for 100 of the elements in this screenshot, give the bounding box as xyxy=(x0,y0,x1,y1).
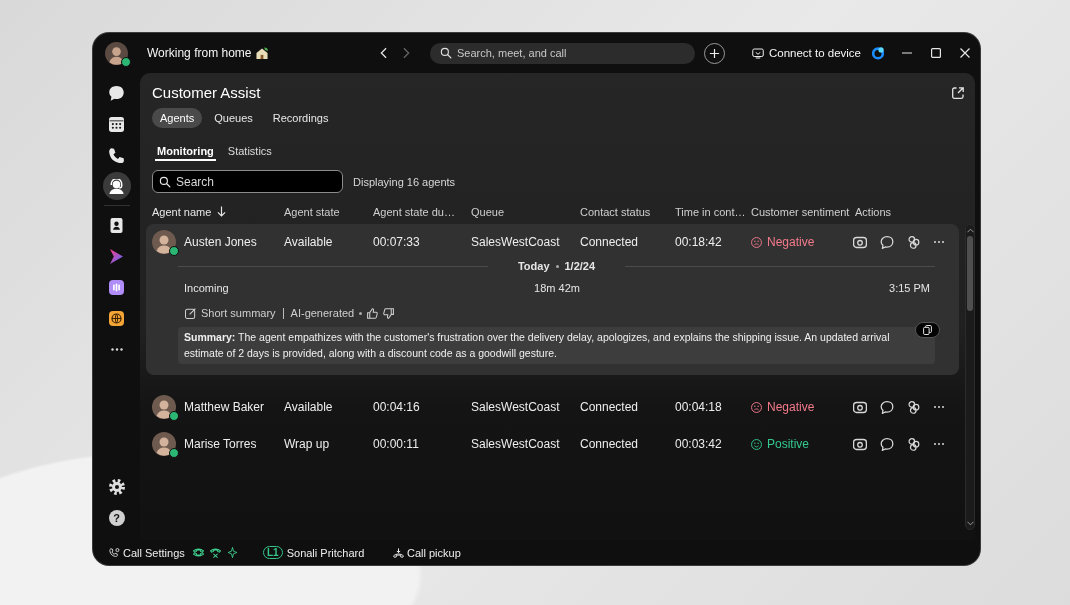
handset-cross-icon[interactable] xyxy=(209,547,221,558)
calendar-icon xyxy=(109,116,124,132)
scroll-up-icon[interactable] xyxy=(966,228,974,233)
thumbs-down-icon[interactable] xyxy=(383,307,395,319)
page-title: Customer Assist xyxy=(152,84,261,101)
search-icon xyxy=(159,175,171,188)
connect-device-button[interactable]: Connect to device xyxy=(751,47,861,59)
house-icon xyxy=(256,47,269,59)
chat-icon[interactable] xyxy=(880,400,894,414)
overlapping-circles-icon[interactable] xyxy=(907,235,921,249)
status-text[interactable]: Working from home xyxy=(147,46,252,60)
state-duration: 00:00:11 xyxy=(373,437,420,451)
globe-tile-icon xyxy=(109,310,124,326)
queue-name: SalesWestCoast xyxy=(471,400,561,414)
queue-name: SalesWestCoast xyxy=(471,437,561,451)
scrollbar[interactable] xyxy=(965,224,975,530)
ring-logo-icon[interactable] xyxy=(871,46,885,60)
agent-name: Matthew Baker xyxy=(184,400,265,414)
scrollbar-thumb[interactable] xyxy=(967,236,973,311)
maximize-icon[interactable] xyxy=(931,48,941,58)
sentiment-label: Negative xyxy=(767,235,815,249)
contact-status: Connected xyxy=(580,437,640,451)
search-field[interactable]: Search, meet, and call xyxy=(430,42,695,64)
summary-text: Summary: The agent empathizes with the customer's frustration over the delivery delay, apologizes, and explains the shipping issue. An updated arrival estimate of 2 days is provided, along with a discount code as a goodwill gesture. xyxy=(184,331,890,359)
smile-face-icon xyxy=(751,438,762,450)
column-header[interactable]: Time in cont… xyxy=(675,205,751,218)
headset-person-icon xyxy=(109,178,124,194)
chat-icon xyxy=(109,85,124,101)
call-duration: 18m 42m xyxy=(534,282,580,294)
copy-button[interactable] xyxy=(915,322,940,338)
tab[interactable]: Queues xyxy=(206,108,261,128)
copy-icon xyxy=(923,325,932,335)
column-header[interactable]: Agent state du… xyxy=(373,205,471,218)
scroll-down-icon[interactable] xyxy=(966,521,974,526)
agent-name: Austen Jones xyxy=(184,235,257,249)
column-header[interactable]: Actions xyxy=(855,205,975,218)
external-link-icon[interactable] xyxy=(952,86,964,99)
column-header[interactable]: Agent name xyxy=(152,205,284,218)
play-logo-icon xyxy=(109,248,124,264)
time-in-contact: 00:18:42 xyxy=(675,235,723,249)
avatar[interactable] xyxy=(105,41,128,65)
time-in-contact: 00:03:42 xyxy=(675,437,723,451)
overlapping-circles-icon[interactable] xyxy=(907,437,921,451)
state-duration: 00:04:16 xyxy=(373,400,421,414)
plus-icon xyxy=(709,47,720,59)
search-field[interactable]: Search xyxy=(152,170,343,193)
dot-icon xyxy=(555,264,559,268)
phone-icon xyxy=(109,147,124,163)
two-handsets-icon[interactable] xyxy=(192,547,204,558)
column-header[interactable]: Customer sentiment xyxy=(751,205,855,218)
dot-icon xyxy=(359,311,363,315)
subtab[interactable]: Statistics xyxy=(225,143,274,161)
call-direction: Incoming xyxy=(184,282,230,294)
screen-icon xyxy=(751,47,764,59)
settings-icon[interactable] xyxy=(108,479,125,495)
tab[interactable]: Recordings xyxy=(264,108,337,128)
sidebar-item[interactable] xyxy=(102,172,131,200)
camera-icon[interactable] xyxy=(853,235,867,249)
agent-state: Available xyxy=(284,400,334,414)
contact-book-icon xyxy=(109,217,124,233)
avatar xyxy=(152,230,176,254)
bars-tile-icon xyxy=(109,279,124,295)
date-text: 1/2/24 xyxy=(564,260,596,272)
sort-down-arrow-icon xyxy=(217,206,227,217)
agent-count: Displaying 16 agents xyxy=(353,175,456,188)
chat-icon[interactable] xyxy=(880,437,894,451)
sparkle-icon[interactable] xyxy=(226,547,238,558)
search-icon xyxy=(440,47,452,59)
handset-arrow-icon xyxy=(393,547,404,558)
column-header[interactable]: Contact status xyxy=(580,205,675,218)
contact-status: Connected xyxy=(580,400,640,414)
edit-note-icon xyxy=(185,307,196,319)
sentiment-label: Positive xyxy=(767,437,810,451)
chat-icon[interactable] xyxy=(880,235,894,249)
thumbs-up-icon[interactable] xyxy=(367,307,379,319)
column-header[interactable]: Agent state xyxy=(284,205,373,218)
agent-state: Wrap up xyxy=(284,437,331,451)
agent-name: Marise Torres xyxy=(184,437,257,451)
summary-title[interactable]: Short summary xyxy=(201,307,276,319)
sad-face-icon xyxy=(751,401,762,413)
date-label: Today xyxy=(517,260,550,272)
camera-icon[interactable] xyxy=(853,400,867,414)
column-header[interactable]: Queue xyxy=(471,205,580,218)
overlapping-circles-icon[interactable] xyxy=(907,400,921,414)
avatar xyxy=(152,432,176,456)
tab[interactable]: Agents xyxy=(152,108,203,128)
queue-name: SalesWestCoast xyxy=(471,235,561,249)
call-pickup-button[interactable]: Call pickup xyxy=(393,546,461,559)
line-name[interactable]: Sonali Pritchard xyxy=(286,546,365,559)
sentiment-label: Negative xyxy=(767,400,815,414)
contact-status: Connected xyxy=(580,235,640,249)
call-settings-button[interactable]: Call Settings xyxy=(109,546,185,559)
close-icon[interactable] xyxy=(960,48,970,58)
ai-label: AI-generated xyxy=(290,307,355,319)
camera-icon[interactable] xyxy=(853,437,867,451)
sad-face-icon xyxy=(751,236,762,248)
avatar xyxy=(152,395,176,419)
subtab[interactable]: Monitoring xyxy=(155,143,216,161)
help-button[interactable]: ? xyxy=(108,510,125,526)
call-time: 3:15 PM xyxy=(889,282,930,294)
